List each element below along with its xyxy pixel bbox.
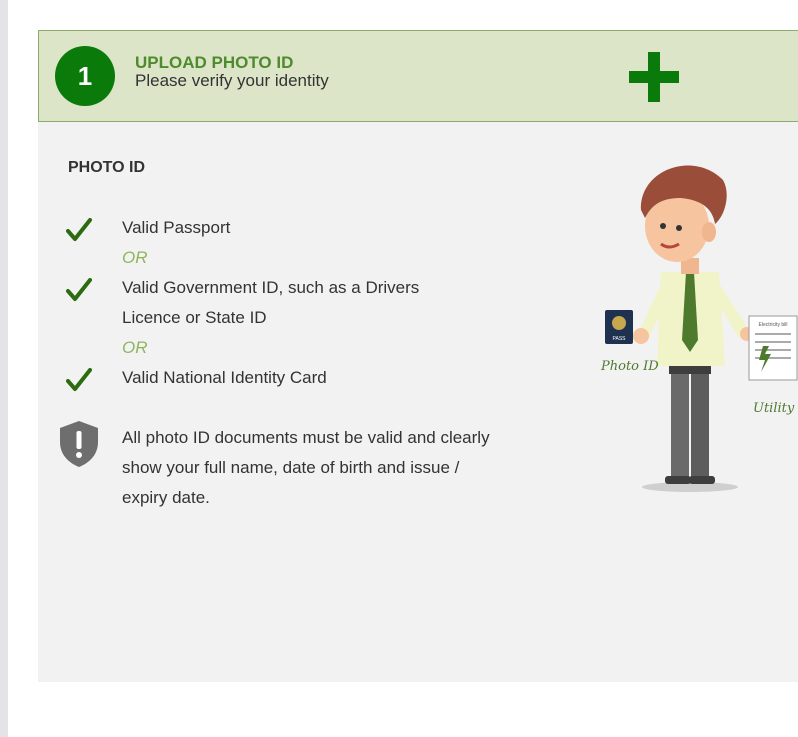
bill-text: Electricity bill [759, 322, 788, 328]
utility-bill-label: Utility Bill [753, 401, 798, 416]
photo-id-panel: PHOTO ID Valid Passport OR Valid Governm… [38, 122, 798, 682]
requirement-government-id: Valid Government ID, such as a Drivers L… [122, 273, 419, 333]
passport-text: PASS [613, 336, 627, 342]
person-holding-documents-illustration: PASS Electricity bill Photo ID Utility B… [600, 165, 798, 492]
checkmark-icon [66, 278, 92, 301]
or-separator: OR [122, 338, 148, 357]
requirement-national-id: Valid National Identity Card [122, 368, 327, 387]
step-number-badge: 1 [55, 46, 115, 106]
step-subtitle: Please verify your identity [135, 71, 329, 90]
requirement-government-id-line2: Licence or State ID [122, 308, 267, 327]
step-header[interactable]: 1 UPLOAD PHOTO ID Please verify your ide… [38, 30, 798, 122]
id-validity-note: All photo ID documents must be valid and… [122, 428, 490, 507]
requirement-passport: Valid Passport [122, 218, 231, 237]
checkmark-icon [66, 218, 92, 241]
requirement-government-id-line1: Valid Government ID, such as a Drivers [122, 278, 420, 297]
left-rail [0, 0, 8, 737]
checkmark-icon [66, 368, 92, 391]
shield-warning-icon [60, 421, 98, 467]
plus-icon[interactable] [629, 52, 679, 102]
step-title: UPLOAD PHOTO ID [135, 53, 294, 72]
section-heading: PHOTO ID [68, 159, 146, 176]
or-separator: OR [122, 248, 148, 267]
photo-id-label: Photo ID [600, 359, 659, 374]
